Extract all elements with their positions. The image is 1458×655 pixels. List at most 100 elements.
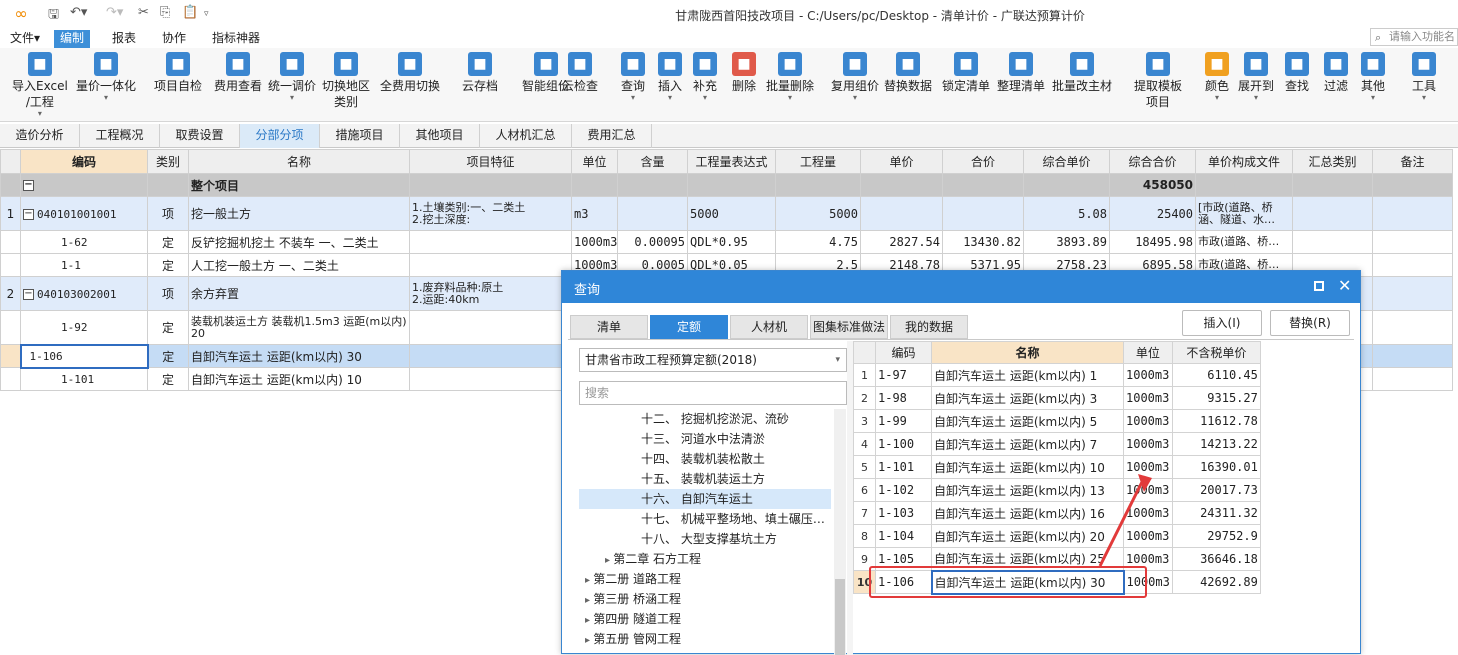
- ribbon-button-11[interactable]: ■ 查询 ▾: [621, 52, 645, 102]
- ribbon-button-4[interactable]: ■ 费用查看: [214, 52, 262, 94]
- cell-empty[interactable]: [1372, 196, 1453, 231]
- cell-expr[interactable]: QDL*0.95: [687, 230, 776, 254]
- tree-item[interactable]: ▸ 第二章 石方工程: [579, 549, 831, 569]
- table-row[interactable]: 1−040101001001 项挖一般土方 1.土壤类别:一、二类土 2.挖土深度: m…: [0, 196, 1453, 231]
- menu-report[interactable]: 报表: [106, 30, 142, 48]
- copy-icon[interactable]: ⎘: [160, 5, 170, 20]
- cell-type[interactable]: 项: [147, 276, 189, 311]
- quota-row[interactable]: 8 1-104 自卸汽车运土 运距(km以内) 20 1000m3 29752.9: [853, 524, 1261, 548]
- tree-item[interactable]: ▸ 第四册 隧道工程: [579, 609, 831, 629]
- tree-item[interactable]: 十七、 机械平整场地、填土碾压…: [579, 509, 831, 529]
- header-sum-price[interactable]: 综合合价: [1109, 149, 1196, 174]
- cell-file[interactable]: 市政(道路、桥…: [1195, 230, 1293, 254]
- dialog-tab-material[interactable]: 人材机: [730, 315, 808, 339]
- cell-empty[interactable]: [1372, 276, 1453, 311]
- cell-empty[interactable]: [1372, 310, 1453, 345]
- cell-name[interactable]: 装载机装运土方 装载机1.5m3 运距(m以内) 20: [188, 310, 410, 345]
- ribbon-button-12[interactable]: ■ 插入 ▾: [658, 52, 682, 102]
- ribbon-button-14[interactable]: ■ 删除: [732, 52, 756, 94]
- header-remark[interactable]: 备注: [1372, 149, 1453, 174]
- cell-name[interactable]: 反铲挖掘机挖土 不装车 一、二类土: [188, 230, 410, 254]
- ribbon-button-3[interactable]: ■ 项目自检: [154, 52, 202, 94]
- ribbon-button-15[interactable]: ■ 批量删除 ▾: [766, 52, 814, 102]
- dialog-search-input[interactable]: 搜索: [579, 381, 847, 405]
- cell-file[interactable]: [市政(道路、桥涵、隧道、水…: [1195, 196, 1293, 231]
- whole-project-row[interactable]: − 整个项目 458050: [0, 173, 1453, 197]
- ribbon-button-10[interactable]: ■ 云检查: [562, 52, 598, 94]
- cell-qty-ratio[interactable]: [617, 196, 688, 231]
- cut-icon[interactable]: ✂: [138, 5, 149, 20]
- cell-sum-price[interactable]: 25400: [1109, 196, 1196, 231]
- header-unit[interactable]: 单位: [571, 149, 618, 174]
- expand-arrow-icon[interactable]: ▸: [605, 555, 613, 566]
- tab-fee-summary[interactable]: 费用汇总: [572, 124, 652, 148]
- customize-icon[interactable]: ▿: [204, 9, 209, 19]
- tab-measures[interactable]: 措施项目: [320, 124, 400, 148]
- quota-row[interactable]: 6 1-102 自卸汽车运土 运距(km以内) 13 1000m3 20017.73: [853, 478, 1261, 502]
- cell-name[interactable]: 挖一般土方: [188, 196, 410, 231]
- cell-type[interactable]: 定: [147, 310, 189, 345]
- cell-feature[interactable]: [409, 367, 572, 391]
- ribbon-button-22[interactable]: ■ 颜色 ▾: [1205, 52, 1229, 102]
- replace-button[interactable]: 替换(R): [1270, 310, 1350, 336]
- cell-empty[interactable]: [1372, 367, 1453, 391]
- cell-feature[interactable]: [409, 253, 572, 277]
- cell-feature[interactable]: 1.废弃料品种:原土 2.运距:40km: [409, 276, 572, 311]
- ribbon-button-8[interactable]: ■ 云存档: [462, 52, 498, 94]
- header-file[interactable]: 单价构成文件: [1195, 149, 1293, 174]
- header-ratio[interactable]: 含量: [617, 149, 688, 174]
- cell-sum-price[interactable]: 18495.98: [1109, 230, 1196, 254]
- tree-scrollbar[interactable]: [834, 409, 846, 655]
- quota-cell-price[interactable]: 29752.9: [1171, 524, 1261, 548]
- collapse-toggle-icon[interactable]: −: [23, 180, 34, 191]
- cell-expr[interactable]: 5000: [687, 196, 776, 231]
- expand-arrow-icon[interactable]: ▸: [585, 595, 593, 606]
- cell-code[interactable]: 1-1: [20, 253, 148, 277]
- quota-cell-price[interactable]: 16390.01: [1171, 455, 1261, 479]
- tab-material-summary[interactable]: 人材机汇总: [480, 124, 572, 148]
- tree-item[interactable]: 十三、 河道水中法清淤: [579, 429, 831, 449]
- dialog-tab-quota[interactable]: 定额: [650, 315, 728, 339]
- ribbon-button-21[interactable]: ■ 提取模板 项目: [1134, 52, 1182, 110]
- cell-total[interactable]: 13430.82: [942, 230, 1024, 254]
- quota-cell-price[interactable]: 42692.89: [1171, 570, 1261, 594]
- quota-cell-price[interactable]: 11612.78: [1171, 409, 1261, 433]
- quota-cell-name[interactable]: 自卸汽车运土 运距(km以内) 3: [931, 386, 1124, 410]
- cell-code[interactable]: 1-106: [19, 343, 149, 369]
- cell-unit-price[interactable]: 5.08: [1023, 196, 1110, 231]
- tab-overview[interactable]: 工程概况: [80, 124, 160, 148]
- quota-cell-code[interactable]: 1-101: [875, 455, 932, 479]
- cell-qty[interactable]: 5000: [775, 196, 861, 231]
- ribbon-button-16[interactable]: ■ 复用组价 ▾: [831, 52, 879, 102]
- cell-qty[interactable]: 4.75: [775, 230, 861, 254]
- ribbon-button-6[interactable]: ■ 切换地区 类别: [322, 52, 370, 110]
- quota-cell-code[interactable]: 1-102: [875, 478, 932, 502]
- collapse-toggle-icon[interactable]: −: [23, 208, 34, 220]
- ribbon-button-5[interactable]: ■ 统一调价 ▾: [268, 52, 316, 102]
- cell-type[interactable]: 定: [147, 367, 189, 391]
- ribbon-button-26[interactable]: ■ 其他 ▾: [1361, 52, 1385, 102]
- expand-arrow-icon[interactable]: ▸: [585, 615, 593, 626]
- header-expr[interactable]: 工程量表达式: [687, 149, 776, 174]
- cell-code[interactable]: −040101001001: [20, 196, 148, 231]
- cell-feature[interactable]: [409, 310, 572, 345]
- cell-unit-price[interactable]: 3893.89: [1023, 230, 1110, 254]
- quota-row[interactable]: 5 1-101 自卸汽车运土 运距(km以内) 10 1000m3 16390.01: [853, 455, 1261, 479]
- cell-unit[interactable]: m3: [571, 196, 618, 231]
- ribbon-button-19[interactable]: ■ 整理清单: [997, 52, 1045, 94]
- header-unit-price[interactable]: 综合单价: [1023, 149, 1110, 174]
- tab-other-items[interactable]: 其他项目: [400, 124, 480, 148]
- header-summary-type[interactable]: 汇总类别: [1292, 149, 1373, 174]
- header-code[interactable]: 编码: [20, 149, 148, 174]
- cell-type[interactable]: 定: [147, 253, 189, 277]
- quota-row[interactable]: 7 1-103 自卸汽车运土 运距(km以内) 16 1000m3 24311.32: [853, 501, 1261, 525]
- quota-cell-name[interactable]: 自卸汽车运土 运距(km以内) 1: [931, 363, 1124, 387]
- quota-cell-unit[interactable]: 1000m3: [1123, 386, 1173, 410]
- undo-icon[interactable]: ↶▾: [70, 5, 87, 20]
- tree-item[interactable]: 十六、 自卸汽车运土: [579, 489, 831, 509]
- ribbon-button-1[interactable]: ■ 导入Excel/工程 ▾: [12, 52, 68, 118]
- quota-cell-price[interactable]: 14213.22: [1171, 432, 1261, 456]
- quota-cell-price[interactable]: 6110.45: [1171, 363, 1261, 387]
- tree-item[interactable]: ▸ 第五册 管网工程: [579, 629, 831, 649]
- insert-button[interactable]: 插入(I): [1182, 310, 1262, 336]
